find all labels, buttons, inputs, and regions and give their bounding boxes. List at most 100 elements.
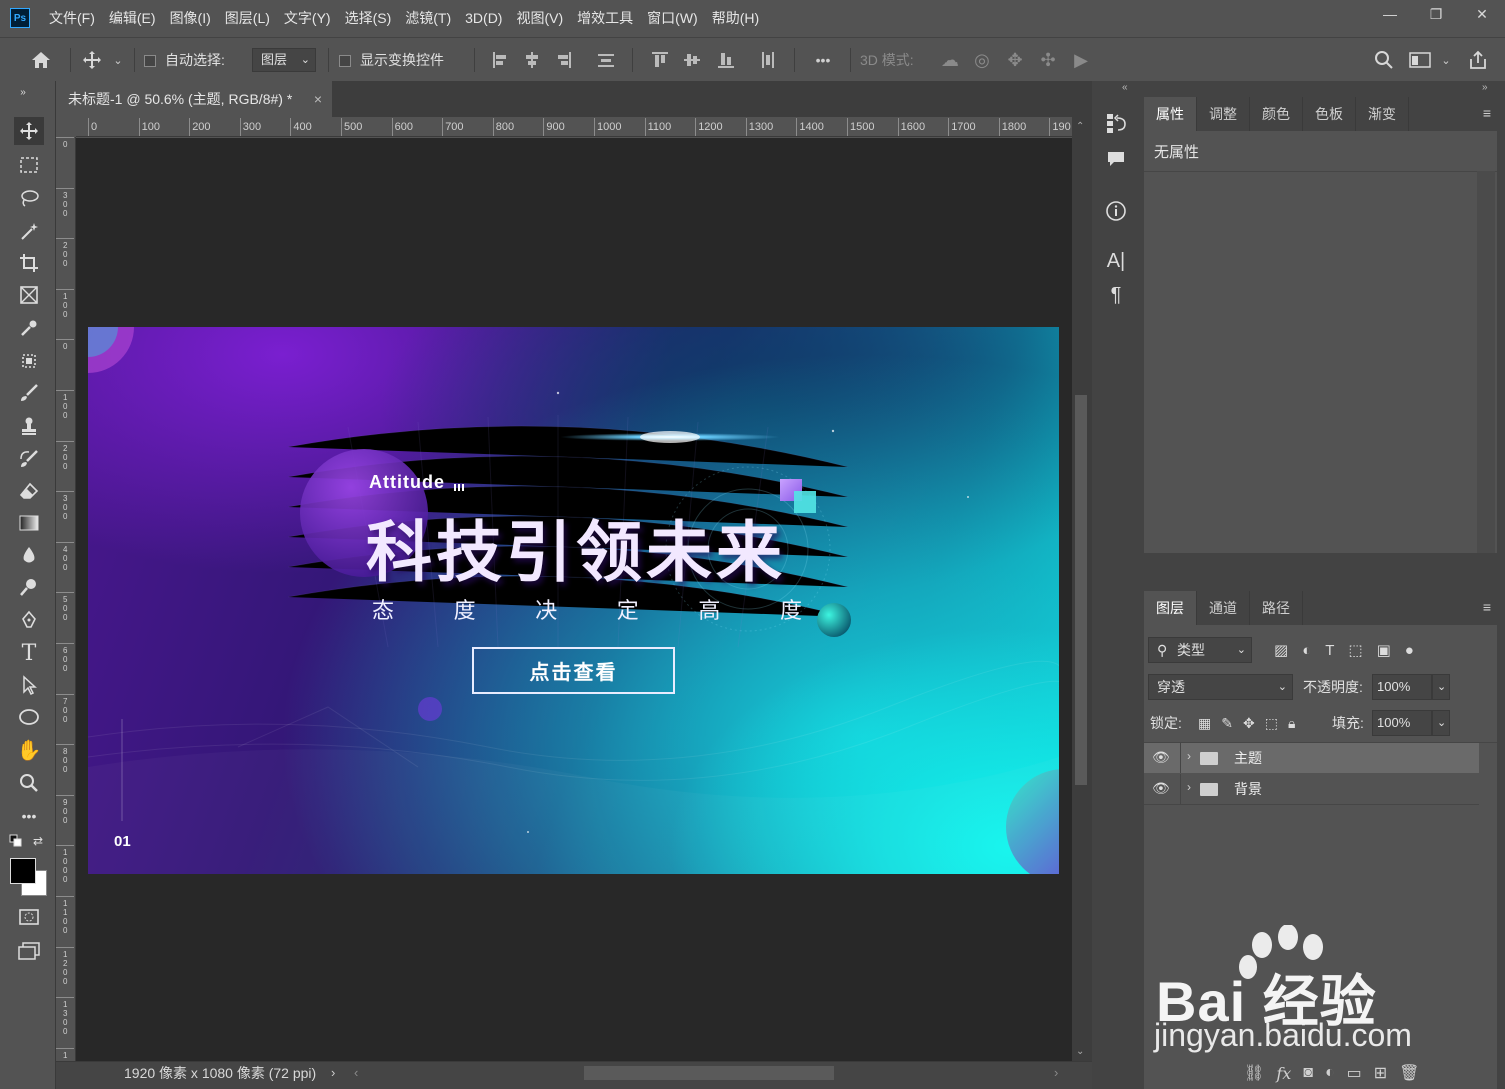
fill-dropdown-chevron[interactable]: ⌄ [1432, 710, 1450, 736]
gradient-tool-icon[interactable] [14, 509, 44, 537]
chevron-down-icon[interactable]: ⌄ [110, 38, 126, 82]
status-menu-icon[interactable]: › [331, 1062, 335, 1084]
align-bottom-icon[interactable] [714, 38, 738, 82]
hand-tool-icon[interactable]: ✋ [14, 736, 44, 764]
swap-colors-icon[interactable]: ⇄ [30, 833, 46, 849]
opacity-dropdown-chevron[interactable]: ⌄ [1432, 674, 1450, 700]
expand-chevron-icon[interactable]: › [1187, 780, 1191, 794]
collapse-panels-icon[interactable]: » [1482, 82, 1488, 93]
menu-3d[interactable]: 3D(D) [458, 0, 509, 36]
new-adjustment-layer-icon[interactable]: ◐ [1325, 1064, 1335, 1082]
align-right-icon[interactable] [552, 38, 576, 82]
scroll-up-icon[interactable]: ⌃ [1076, 121, 1084, 132]
menu-view[interactable]: 视图(V) [509, 0, 570, 36]
subline-text[interactable]: 态 度 决 定 高 度 [372, 593, 802, 625]
clone-stamp-tool-icon[interactable] [14, 412, 44, 440]
comments-panel-icon[interactable] [1102, 145, 1130, 173]
canvas-area[interactable]: Attitude 科技引领未来 态 度 决 定 高 度 点击查看 01 [76, 138, 1072, 1061]
vertical-scroll-thumb[interactable] [1075, 395, 1087, 785]
lock-position-icon[interactable]: ✥ [1243, 715, 1255, 732]
menu-file[interactable]: 文件(F) [42, 0, 102, 36]
menu-select[interactable]: 选择(S) [338, 0, 399, 36]
blur-tool-icon[interactable] [14, 541, 44, 569]
filter-type-icon[interactable]: T [1325, 642, 1334, 659]
menu-type[interactable]: 文字(Y) [277, 0, 338, 36]
menu-layer[interactable]: 图层(L) [218, 0, 277, 36]
lock-artboard-icon[interactable]: ⬚ [1265, 715, 1278, 732]
align-top-icon[interactable] [648, 38, 672, 82]
link-layers-icon[interactable]: ⛓︎ [1244, 1063, 1264, 1083]
tab-paths[interactable]: 路径 [1250, 591, 1303, 625]
minimize-button[interactable]: — [1367, 0, 1413, 28]
align-left-icon[interactable] [488, 38, 512, 82]
search-icon[interactable] [1370, 38, 1398, 82]
quick-mask-icon[interactable] [14, 903, 44, 931]
layer-row[interactable]: 👁︎ › 主题 [1144, 743, 1479, 773]
menu-plugins[interactable]: 增效工具 [570, 0, 640, 36]
layer-name[interactable]: 背景 [1234, 774, 1262, 804]
brush-tool-icon[interactable] [14, 379, 44, 407]
expand-chevron-icon[interactable]: › [1187, 749, 1191, 763]
lock-transparent-icon[interactable]: ▦ [1198, 715, 1211, 732]
layer-name[interactable]: 主题 [1234, 743, 1262, 773]
move-tool-icon[interactable] [14, 117, 44, 145]
filter-adjustment-icon[interactable]: ◐ [1302, 642, 1311, 659]
tab-layers[interactable]: 图层 [1144, 591, 1197, 625]
visibility-eye-icon[interactable]: 👁︎ [1152, 749, 1170, 766]
auto-select-target-dropdown[interactable]: 图层 ⌄ [252, 48, 316, 72]
type-tool-icon[interactable]: T [14, 639, 44, 667]
3d-orbit-icon[interactable]: ☁ [938, 38, 962, 82]
headline-text[interactable]: 科技引领未来 [366, 499, 786, 595]
opacity-input[interactable]: 100% [1372, 674, 1432, 700]
horizontal-scroll-thumb[interactable] [584, 1066, 834, 1080]
scroll-right-icon[interactable]: › [1054, 1062, 1058, 1084]
add-mask-icon[interactable]: ◙ [1303, 1064, 1313, 1082]
restore-button[interactable]: ❐ [1413, 0, 1459, 28]
3d-pan-icon[interactable]: ✥ [1003, 38, 1027, 82]
crop-tool-icon[interactable] [14, 249, 44, 277]
3d-roll-icon[interactable]: ◎ [970, 38, 994, 82]
zoom-tool-icon[interactable] [14, 769, 44, 797]
history-panel-icon[interactable] [1102, 109, 1130, 137]
history-brush-tool-icon[interactable] [14, 445, 44, 473]
menu-help[interactable]: 帮助(H) [705, 0, 766, 36]
chevron-down-icon[interactable]: ⌄ [1438, 38, 1454, 82]
tab-properties[interactable]: 属性 [1144, 97, 1197, 131]
lasso-tool-icon[interactable] [14, 184, 44, 212]
frame-tool-icon[interactable] [14, 281, 44, 309]
new-group-icon[interactable]: ▭ [1347, 1063, 1362, 1083]
menu-filter[interactable]: 滤镜(T) [398, 0, 458, 36]
default-colors-icon[interactable] [8, 833, 24, 849]
filter-smart-object-icon[interactable]: ▣ [1377, 641, 1391, 659]
workspace-icon[interactable] [1406, 38, 1434, 82]
layer-row[interactable]: 👁︎ › 背景 [1144, 774, 1479, 804]
dodge-tool-icon[interactable] [14, 573, 44, 601]
panel-menu-icon[interactable]: ≡ [1483, 105, 1491, 121]
path-selection-tool-icon[interactable] [14, 671, 44, 699]
eraser-tool-icon[interactable] [14, 477, 44, 505]
tab-swatches[interactable]: 色板 [1303, 97, 1356, 131]
artboard[interactable]: Attitude 科技引领未来 态 度 决 定 高 度 点击查看 01 [88, 327, 1059, 874]
tab-adjustments[interactable]: 调整 [1197, 97, 1250, 131]
ellipse-tool-icon[interactable] [14, 703, 44, 731]
edit-toolbar-icon[interactable]: ••• [14, 802, 44, 830]
distribute-icon[interactable] [594, 38, 618, 82]
collapse-toolbar-icon[interactable]: » [8, 85, 38, 99]
fill-input[interactable]: 100% [1372, 710, 1432, 736]
character-panel-icon[interactable]: A| [1102, 247, 1130, 275]
home-icon[interactable] [26, 38, 56, 82]
show-transform-checkbox[interactable] [339, 38, 351, 82]
filter-shape-icon[interactable]: ⬚ [1348, 641, 1362, 659]
layer-filter-dropdown[interactable]: ⚲ 类型 ⌄ [1148, 637, 1252, 663]
paragraph-panel-icon[interactable]: ¶ [1102, 281, 1130, 309]
tab-gradients[interactable]: 渐变 [1356, 97, 1409, 131]
tab-channels[interactable]: 通道 [1197, 591, 1250, 625]
scroll-left-icon[interactable]: ‹ [354, 1062, 358, 1084]
scroll-down-icon[interactable]: ⌄ [1076, 1046, 1084, 1057]
menu-image[interactable]: 图像(I) [163, 0, 218, 36]
distribute-v-icon[interactable] [756, 38, 780, 82]
auto-select-checkbox[interactable] [144, 38, 156, 82]
align-center-h-icon[interactable] [520, 38, 544, 82]
info-panel-icon[interactable] [1102, 197, 1130, 225]
collapse-dock-icon[interactable]: « [1122, 82, 1128, 93]
